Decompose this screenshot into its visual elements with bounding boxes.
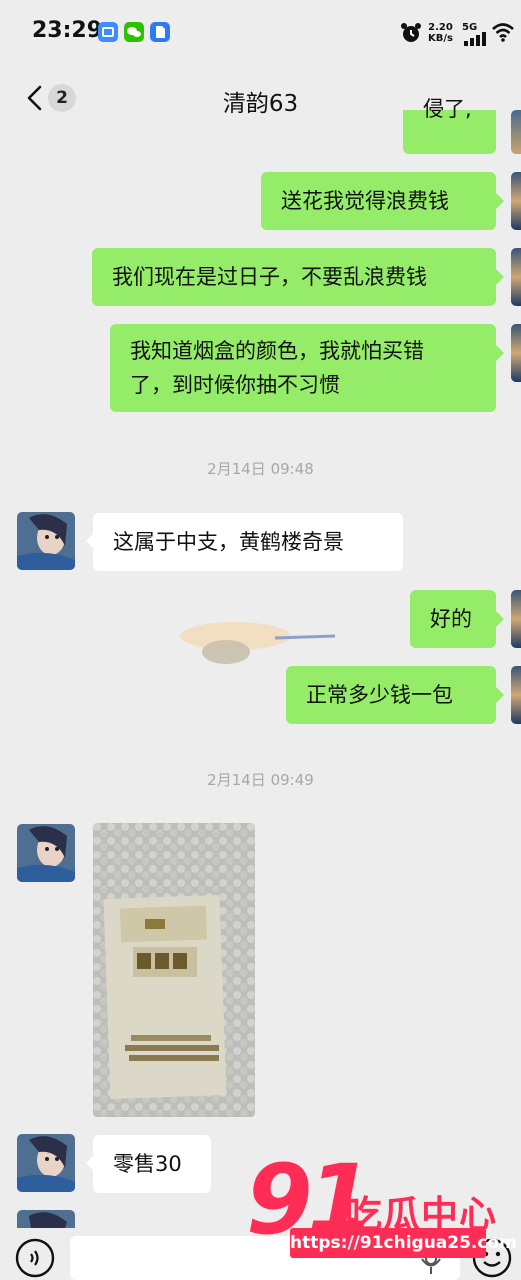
message-text-line: 了，到时候你抽不习惯 [130, 373, 340, 397]
message-bubble-outgoing[interactable]: 侵了, [403, 97, 496, 154]
timestamp: 2月14日 09:49 [207, 771, 314, 789]
avatar-self[interactable] [511, 324, 521, 382]
message-bubble-outgoing[interactable]: 我知道烟盒的颜色，我就怕买错 了，到时候你抽不习惯 [110, 324, 496, 412]
message-text: 我们现在是过日子，不要乱浪费钱 [112, 265, 427, 289]
message-text: 这属于中支，黄鹤楼奇景 [113, 530, 344, 554]
bubble-tail [496, 193, 504, 209]
message-text-line: 我知道烟盒的颜色，我就怕买错 [130, 339, 424, 363]
message-text: 送花我觉得浪费钱 [281, 189, 449, 213]
status-time: 23:29 [32, 18, 103, 43]
avatar-self[interactable] [511, 590, 521, 648]
message-bubble-incoming[interactable]: 零售30 [93, 1135, 211, 1193]
timestamp: 2月14日 09:48 [207, 460, 314, 478]
signal-icon [464, 32, 486, 46]
message-text: 侵了, [423, 97, 472, 121]
wechat-icon [124, 22, 144, 42]
app-icon-file [150, 22, 170, 42]
message-text: 好的 [430, 607, 472, 631]
image-smudge [180, 622, 336, 664]
message-text: 正常多少钱一包 [306, 683, 453, 707]
avatar-contact[interactable] [17, 824, 75, 882]
net-speed: 2.20 KB/s [428, 22, 453, 44]
avatar-contact[interactable] [17, 512, 75, 570]
status-bar: 23:29 2.20 KB/s 5G [0, 0, 521, 66]
message-text: 零售30 [113, 1152, 182, 1176]
avatar-self[interactable] [511, 172, 521, 230]
message-bubble-outgoing[interactable]: 我们现在是过日子，不要乱浪费钱 [92, 248, 496, 306]
message-bubble-incoming[interactable]: 这属于中支，黄鹤楼奇景 [93, 513, 403, 571]
avatar-self[interactable] [511, 666, 521, 724]
app-icon-blue [98, 22, 118, 42]
bubble-tail [496, 687, 504, 703]
bubble-tail [496, 611, 504, 627]
message-bubble-outgoing[interactable]: 正常多少钱一包 [286, 666, 496, 724]
voice-icon[interactable] [15, 1238, 55, 1278]
avatar-contact[interactable] [17, 1210, 75, 1228]
alarm-icon [401, 23, 421, 42]
cigarette-box-photo[interactable] [93, 823, 255, 1117]
bubble-tail [496, 345, 504, 361]
avatar-contact[interactable] [17, 1134, 75, 1192]
wifi-icon [492, 23, 514, 42]
message-bubble-outgoing[interactable]: 送花我觉得浪费钱 [261, 172, 496, 230]
net-speed-value: 2.20 [428, 22, 453, 33]
avatar-self[interactable] [511, 110, 521, 154]
avatar-self[interactable] [511, 248, 521, 306]
bubble-tail [496, 269, 504, 285]
message-bubble-outgoing[interactable]: 好的 [410, 590, 496, 648]
watermark-url: https://91chigua25.com [290, 1228, 517, 1258]
net-speed-unit: KB/s [428, 33, 453, 44]
